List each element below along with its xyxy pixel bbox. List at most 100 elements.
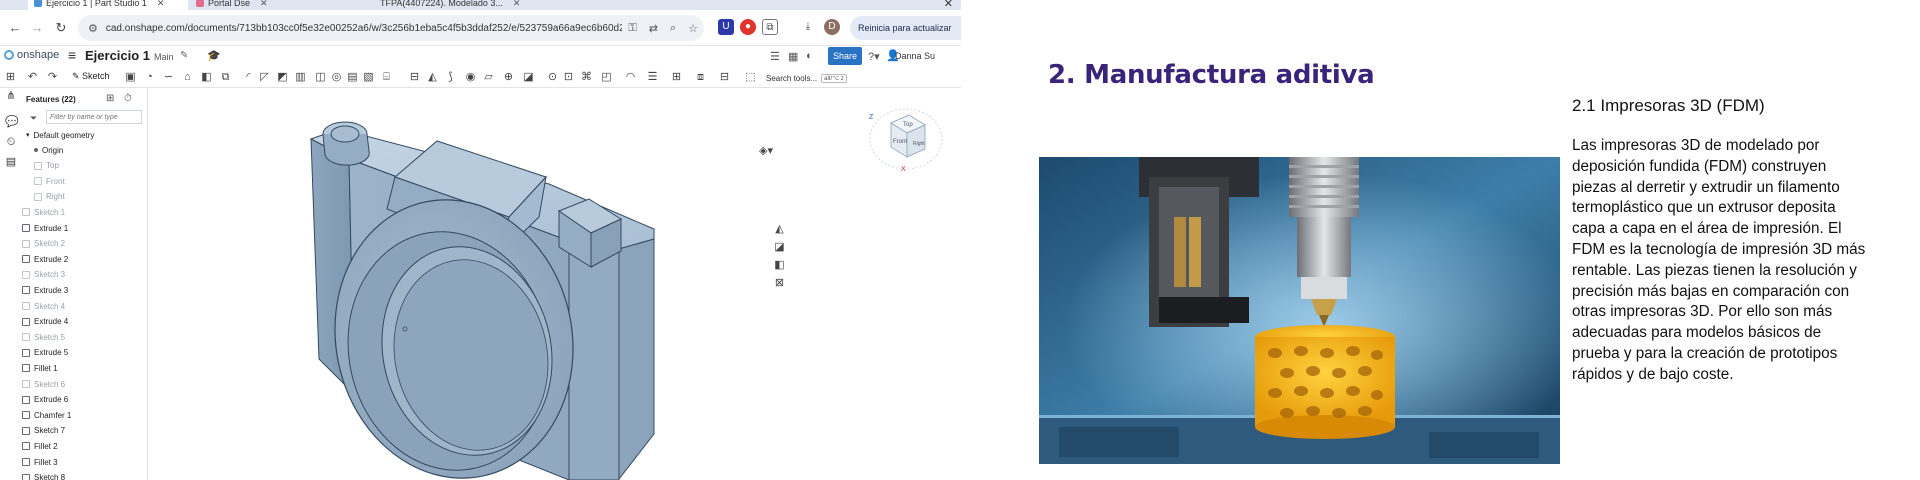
sweep-icon[interactable]: ∽ <box>162 71 175 84</box>
display-mode-icon[interactable]: ◭ <box>773 223 786 236</box>
feature-item[interactable]: Sketch 7 <box>22 424 65 438</box>
close-icon[interactable]: ✕ <box>260 0 268 9</box>
select-icon[interactable]: ⬚ <box>744 71 757 84</box>
feature-item[interactable]: Origin <box>34 143 63 157</box>
view-options-icon[interactable]: ◈▾ <box>759 145 773 158</box>
surface-icon[interactable]: ◰ <box>600 71 613 84</box>
feature-item[interactable]: Fillet 3 <box>22 455 58 469</box>
variable-icon[interactable]: ⧈ <box>694 71 707 84</box>
sketch-button[interactable]: ✎ Sketch <box>72 71 110 82</box>
grid-icon[interactable]: ▦ <box>788 50 798 63</box>
menu-icon[interactable]: ≡ <box>68 47 76 63</box>
undo-icon[interactable]: ↶ <box>26 71 39 84</box>
close-icon[interactable]: ✕ <box>157 0 165 9</box>
extrude-icon[interactable]: ▣ <box>124 71 137 84</box>
extension-record-icon[interactable]: ● <box>740 19 756 35</box>
feature-item[interactable]: Sketch 4 <box>22 299 65 313</box>
close-icon[interactable]: ✕ <box>513 0 521 9</box>
feature-item[interactable]: Top <box>34 159 59 173</box>
feature-item[interactable]: Sketch 8 <box>22 471 65 480</box>
feature-item[interactable]: Sketch 3 <box>22 268 65 282</box>
feature-item[interactable]: Extrude 6 <box>22 393 68 407</box>
feature-item[interactable]: Sketch 1 <box>22 205 65 219</box>
feature-item[interactable]: Fillet 1 <box>22 361 58 375</box>
back-icon[interactable]: ← <box>4 20 26 35</box>
feature-item[interactable]: Sketch 2 <box>22 237 65 251</box>
profile-avatar[interactable]: D <box>824 19 840 35</box>
forward-icon[interactable]: → <box>26 20 48 35</box>
add-folder-icon[interactable]: ⊞ <box>106 93 114 104</box>
view-cube[interactable]: Top Front Right Z X <box>865 101 947 177</box>
boolean-icon[interactable]: ⧉ <box>219 71 232 84</box>
spline-icon[interactable]: ☰ <box>646 71 659 84</box>
graduation-cap-icon[interactable]: 🎓 <box>207 49 221 62</box>
feature-list-toggle-icon[interactable]: ⊞ <box>4 71 17 84</box>
feature-item[interactable]: Extrude 5 <box>22 346 68 360</box>
transform-icon[interactable]: ⟆ <box>444 71 457 84</box>
list-icon[interactable]: ☰ <box>770 50 780 63</box>
plane-icon[interactable]: ▱ <box>482 71 495 84</box>
cylinder-icon[interactable]: ⌸ <box>380 71 393 84</box>
edit-pencil-icon[interactable]: ✎ <box>180 50 188 61</box>
render-icon[interactable]: ◧ <box>773 259 786 272</box>
bookmark-star-icon[interactable]: ☆ <box>688 22 698 35</box>
branch-label[interactable]: Main <box>154 52 174 62</box>
thicken-icon[interactable]: ◧ <box>200 71 213 84</box>
camera-model[interactable] <box>149 89 961 480</box>
key-icon[interactable]: ⚿ <box>628 22 636 35</box>
features-tree-icon[interactable]: ⋔ <box>5 90 17 102</box>
filter-icon[interactable]: ⏷ <box>30 113 37 124</box>
document-title[interactable]: Ejercicio 1 <box>85 48 150 63</box>
explode-icon[interactable]: ⊠ <box>773 277 786 290</box>
learning-icon[interactable]: ◐ <box>806 50 813 62</box>
fillet-icon[interactable]: ◜ <box>242 71 255 84</box>
measure-icon[interactable]: ⊙ <box>546 71 559 84</box>
zoom-icon[interactable]: ⌕ <box>670 22 676 35</box>
draft-icon[interactable]: ◩ <box>276 71 289 84</box>
share-button[interactable]: Share <box>828 47 862 65</box>
address-bar[interactable]: ⚙ cad.onshape.com/documents/713bb103cc0f… <box>78 15 704 41</box>
update-button[interactable]: Reinicia para actualizar ⋮ <box>850 16 961 40</box>
translate-icon[interactable]: ⇄ <box>649 22 658 35</box>
rib-icon[interactable]: ▥ <box>294 71 307 84</box>
pattern-icon[interactable]: ⊟ <box>408 71 421 84</box>
feature-item[interactable]: Fillet 2 <box>22 439 58 453</box>
section-view-icon[interactable]: ◪ <box>773 241 786 254</box>
tab-ejercicio[interactable]: Ejercicio 1 | Part Studio 1 ✕ <box>28 0 188 10</box>
custom-feature-icon[interactable]: ⊟ <box>718 71 731 84</box>
loft-icon[interactable]: ⌂ <box>181 71 194 84</box>
default-geometry-folder[interactable]: ▾ Default geometry <box>26 128 94 142</box>
feature-item[interactable]: Sketch 6 <box>22 377 65 391</box>
user-name[interactable]: Danna Su <box>895 51 935 61</box>
3d-viewport[interactable]: Top Front Right Z X ◈▾ ◭ ◪ ◧ ⊠ <box>149 89 961 480</box>
download-icon[interactable]: ⤓ <box>800 19 816 35</box>
reload-icon[interactable]: ↻ <box>50 20 72 36</box>
site-info-icon[interactable]: ⚙ <box>88 22 98 35</box>
comments-icon[interactable]: 💬 <box>5 116 19 128</box>
feature-item[interactable]: Front <box>34 174 65 188</box>
view-icon[interactable]: ◉ <box>464 71 477 84</box>
mirror-icon[interactable]: ◭ <box>426 71 439 84</box>
thread-icon[interactable]: ▤ <box>346 71 359 84</box>
frame-icon[interactable]: ⌘ <box>580 71 593 84</box>
hole-icon[interactable]: ◎ <box>330 71 343 84</box>
tab-portal[interactable]: Portal Dse ✕ <box>190 0 330 10</box>
feature-filter-input[interactable] <box>46 110 142 124</box>
variables-table-icon[interactable]: ▤ <box>5 156 17 168</box>
feature-item[interactable]: Extrude 1 <box>22 221 68 235</box>
feature-item[interactable]: Extrude 3 <box>22 283 68 297</box>
feature-item[interactable]: Right <box>34 190 65 204</box>
chamfer-icon[interactable]: ◸ <box>258 71 271 84</box>
rollback-clock-icon[interactable]: ⏱ <box>124 93 132 104</box>
section-icon[interactable]: ◪ <box>522 71 535 84</box>
onshape-logo[interactable]: onshape <box>4 49 59 61</box>
mate-connector-icon[interactable]: ⊕ <box>502 71 515 84</box>
sheet-metal-icon[interactable]: ⊡ <box>562 71 575 84</box>
feature-item[interactable]: Sketch 5 <box>22 330 65 344</box>
revolve-icon[interactable]: ◔ <box>143 71 156 84</box>
extension-u-icon[interactable]: U <box>718 19 734 35</box>
curve-icon[interactable]: ◠ <box>624 71 637 84</box>
shell-icon[interactable]: ◫ <box>314 71 327 84</box>
composite-icon[interactable]: ⊞ <box>670 71 683 84</box>
window-close-icon[interactable]: ✕ <box>944 0 953 10</box>
